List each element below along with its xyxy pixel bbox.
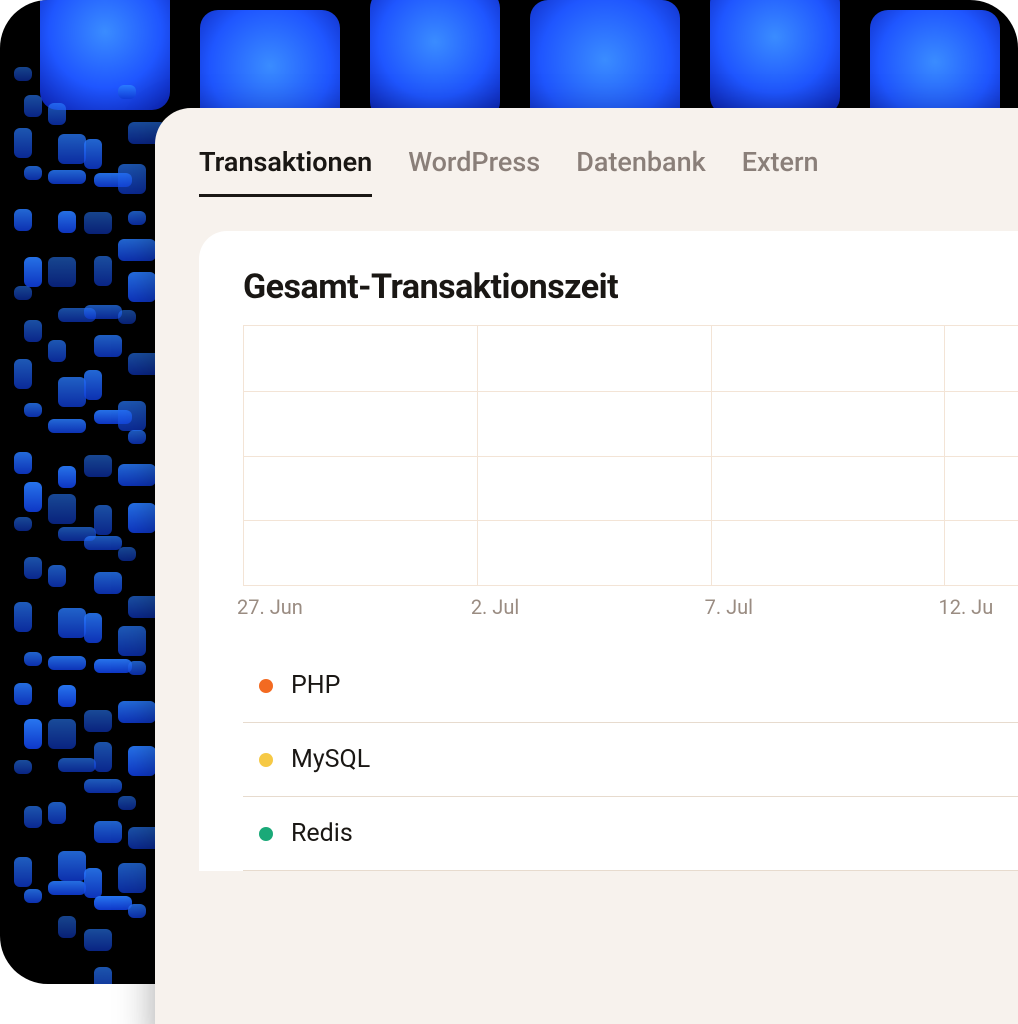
legend-item-php[interactable]: PHP bbox=[243, 649, 1018, 723]
tab-extern[interactable]: Extern bbox=[742, 146, 819, 197]
x-tick-label: 12. Ju bbox=[938, 595, 993, 619]
tab-bar: Transaktionen WordPress Datenbank Extern bbox=[155, 108, 1018, 197]
legend-list: PHP MySQL Redis bbox=[243, 649, 1018, 871]
chart-plot: 27. Jun2. Jul7. Jul12. Ju bbox=[243, 325, 1018, 625]
legend-item-redis[interactable]: Redis bbox=[243, 797, 1018, 871]
legend-label: PHP bbox=[291, 671, 340, 700]
chart-title: Gesamt-Transaktionszeit bbox=[199, 231, 1018, 325]
tab-database[interactable]: Datenbank bbox=[576, 146, 706, 197]
x-tick-label: 27. Jun bbox=[237, 595, 303, 619]
legend-item-mysql[interactable]: MySQL bbox=[243, 723, 1018, 797]
legend-dot-redis bbox=[259, 827, 273, 841]
legend-label: MySQL bbox=[291, 745, 370, 774]
app-window: Transaktionen WordPress Datenbank Extern… bbox=[155, 108, 1018, 1024]
legend-dot-mysql bbox=[259, 753, 273, 767]
tab-wordpress[interactable]: WordPress bbox=[408, 146, 540, 197]
tab-transactions[interactable]: Transaktionen bbox=[199, 146, 372, 197]
legend-label: Redis bbox=[291, 819, 353, 848]
legend-dot-php bbox=[259, 679, 273, 693]
chart-card: Gesamt-Transaktionszeit 27. Jun 2. Jul 7. … bbox=[199, 231, 1018, 871]
x-tick-label: 7. Jul bbox=[705, 595, 753, 619]
x-tick-label: 2. Jul bbox=[471, 595, 519, 619]
